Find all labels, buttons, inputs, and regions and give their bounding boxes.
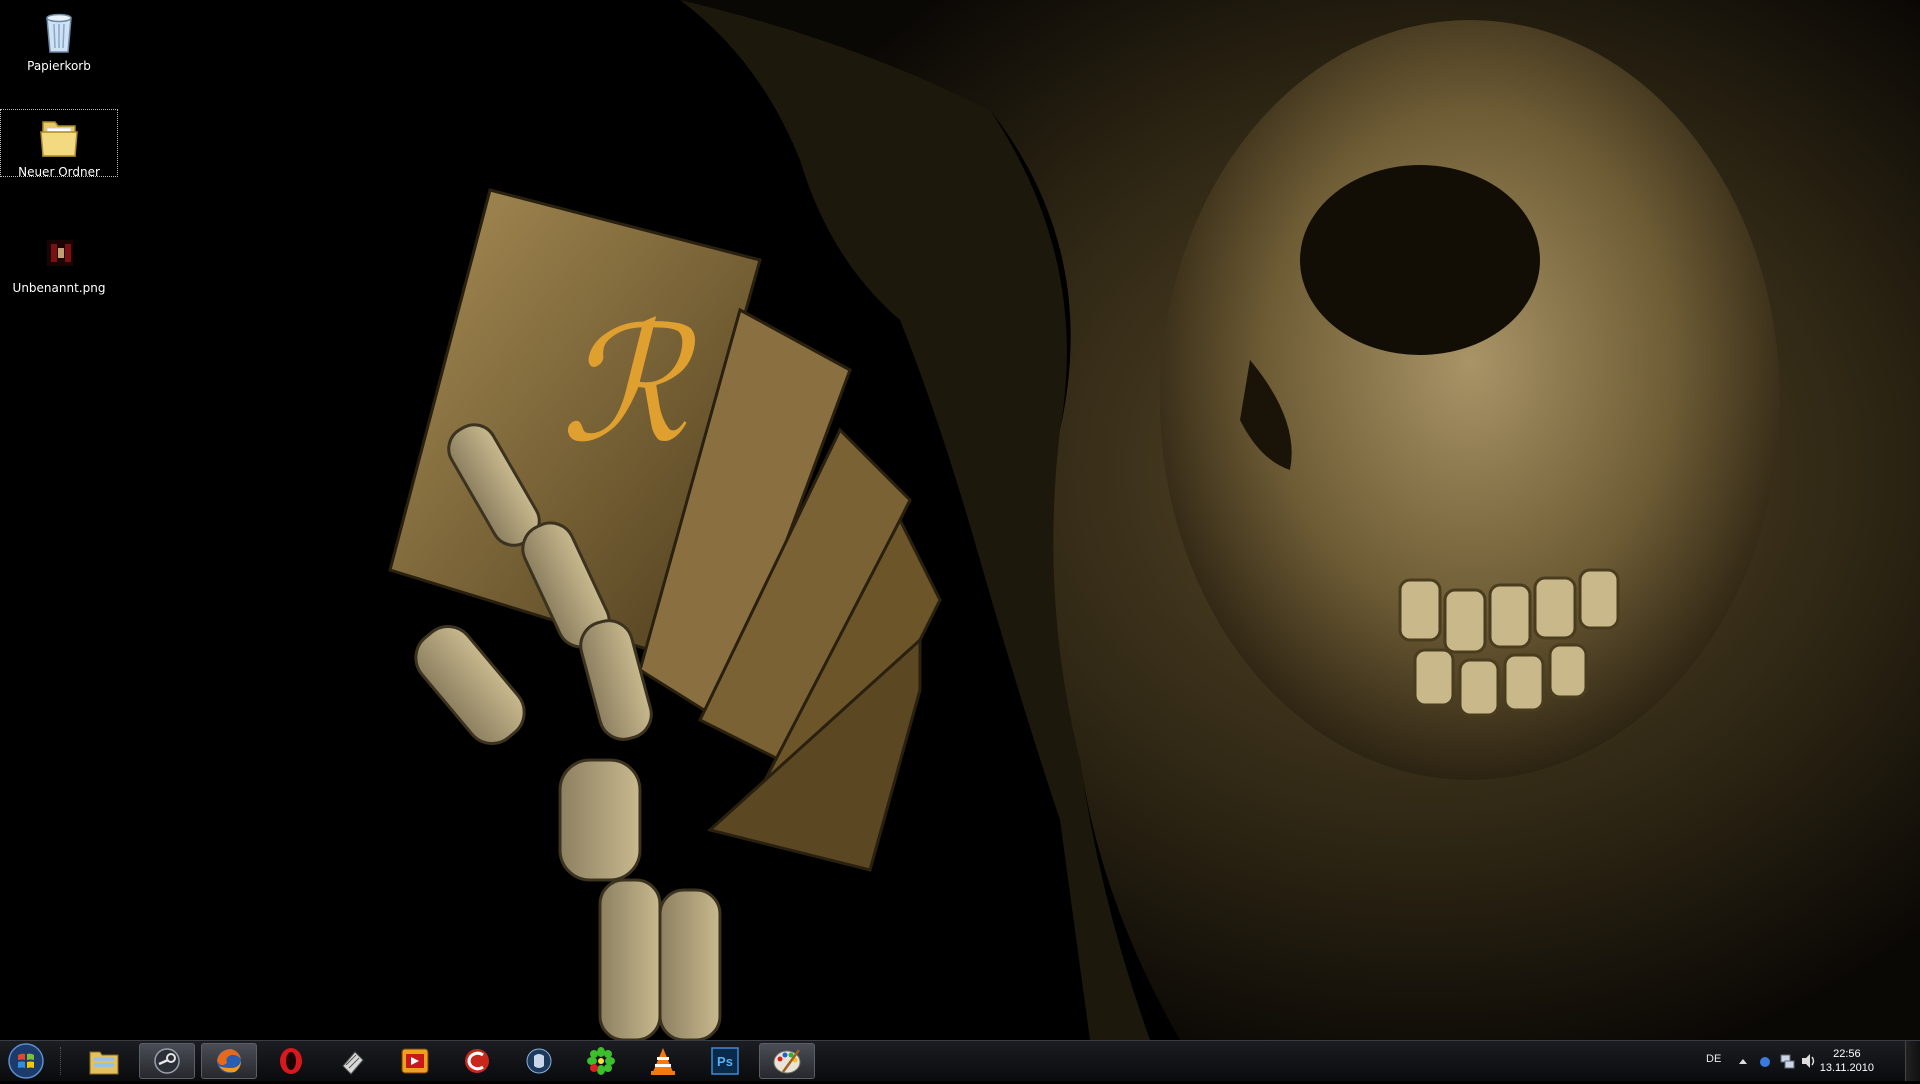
tray-icon-network[interactable] (1778, 1041, 1796, 1081)
steam-icon (154, 1048, 180, 1074)
network-app-icon (1760, 1057, 1770, 1067)
taskbar: Ps DE 22:56 13.11.2010 (0, 1040, 1920, 1081)
language-indicator[interactable]: DE (1698, 1041, 1728, 1081)
taskbar-app-ccleaner[interactable] (449, 1043, 505, 1079)
utility-icon (342, 1051, 364, 1075)
clock-date: 13.11.2010 (1819, 1062, 1874, 1074)
image-file-icon (35, 230, 83, 278)
taskbar-app-paint[interactable] (759, 1043, 815, 1079)
clock-time: 22:56 (1833, 1048, 1861, 1060)
desktop-icon-image-file[interactable]: Unbenannt.png (1, 226, 117, 295)
show-desktop-button[interactable] (1905, 1041, 1920, 1081)
desktop-icon-label: Unbenannt.png (12, 281, 106, 295)
taskbar-app-opera[interactable] (263, 1043, 319, 1079)
ccleaner-icon (465, 1049, 489, 1073)
taskbar-app-icq[interactable] (573, 1043, 629, 1079)
taskbar-separator (60, 1047, 63, 1075)
photoshop-label: Ps (717, 1054, 733, 1069)
tray-icon-network-app[interactable] (1756, 1041, 1774, 1081)
recycle-bin-icon (35, 8, 83, 56)
desktop-icon-new-folder[interactable]: Neuer Ordner (0, 109, 118, 179)
windows-start-icon (8, 1043, 44, 1079)
photoshop-icon: Ps (711, 1047, 739, 1075)
firefox-icon (217, 1049, 241, 1073)
language-label: DE (1706, 1053, 1722, 1065)
volume-icon (1802, 1054, 1815, 1068)
start-button[interactable] (6, 1043, 46, 1079)
icq-icon (587, 1047, 615, 1075)
taskbar-app-steam[interactable] (139, 1043, 195, 1079)
folder-icon (35, 114, 83, 162)
explorer-icon (89, 1051, 119, 1075)
taskbar-app-firefox[interactable] (201, 1043, 257, 1079)
tray-icon-volume[interactable] (1800, 1041, 1818, 1081)
paint-icon (773, 1049, 801, 1074)
desktop-icon-label: Papierkorb (27, 59, 91, 73)
taskbar-app-photoshop[interactable]: Ps (697, 1043, 753, 1079)
taskbar-app-media[interactable] (387, 1043, 443, 1079)
teamspeak-icon (526, 1048, 552, 1074)
desktop-icon-recycle-bin[interactable]: Papierkorb (1, 4, 117, 73)
clock[interactable]: 22:56 13.11.2010 (1820, 1047, 1874, 1075)
chevron-up-icon (1739, 1059, 1747, 1064)
show-hidden-icons-button[interactable] (1736, 1041, 1750, 1081)
desktop-icon-label: Neuer Ordner (18, 165, 100, 179)
wallpaper-image: ℛ (388, 0, 1920, 1040)
taskbar-app-utility[interactable] (325, 1043, 381, 1079)
desktop[interactable]: ℛ Papierkorb Neuer Ordner Unbenannt.png (0, 0, 1920, 1040)
taskbar-app-vlc[interactable] (635, 1043, 691, 1079)
network-icon (1780, 1054, 1795, 1069)
taskbar-app-teamspeak[interactable] (511, 1043, 567, 1079)
media-app-icon (401, 1048, 429, 1074)
taskbar-app-explorer[interactable] (76, 1043, 132, 1079)
svg-text:ℛ: ℛ (560, 291, 698, 478)
vlc-icon (651, 1048, 675, 1075)
opera-icon (280, 1048, 302, 1074)
